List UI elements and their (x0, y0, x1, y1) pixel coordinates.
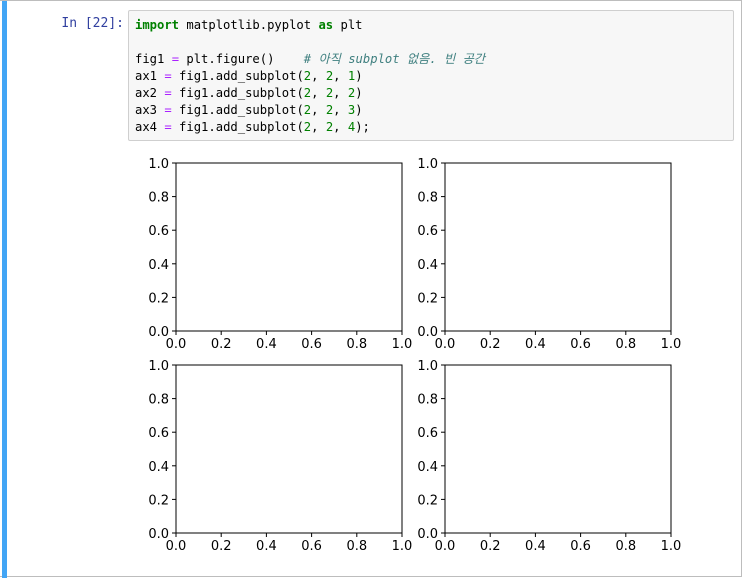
x-tick-label: 0.6 (570, 539, 591, 554)
x-tick-label: 0.8 (346, 539, 367, 554)
input-prompt: In [22]: (61, 16, 124, 31)
y-tick-label: 0.2 (148, 291, 169, 306)
y-tick-label: 0.4 (417, 460, 438, 475)
x-tick-label: 1.0 (661, 337, 682, 352)
code-token: ax2 (135, 86, 165, 100)
code-token: ) (355, 103, 363, 117)
code-token: , (333, 103, 348, 117)
y-tick-label: 0.2 (417, 493, 438, 508)
code-token: , (333, 86, 348, 100)
code-line: ax2 = fig1.add_subplot(2, 2, 2) (135, 86, 363, 100)
x-tick-label: 1.0 (661, 539, 682, 554)
axes-frame (444, 162, 672, 332)
x-tick-label: 0.2 (211, 337, 232, 352)
code-line: fig1 = plt.figure() # 아직 subplot 없음. 빈 공… (135, 52, 485, 66)
code-token: matplotlib.pyplot (179, 18, 319, 32)
figure-canvas: 0.0 0.2 0.4 0.6 0.8 1.0 0.0 0.2 0.4 0.6 0.8 1.0 0.0 0… (148, 157, 681, 554)
axes-frame (444, 364, 672, 534)
code-token: fig1 (135, 52, 172, 66)
code-line: ax1 = fig1.add_subplot(2, 2, 1) (135, 69, 363, 83)
x-tick-label: 0.4 (256, 337, 277, 352)
code-token: ) (355, 69, 363, 83)
y-tick-label: 0.8 (417, 393, 438, 408)
y-tick-label: 0.4 (417, 258, 438, 273)
x-tick-label: 0.8 (615, 337, 636, 352)
x-tick-label: 0.4 (256, 539, 277, 554)
y-tick-label: 0.8 (417, 191, 438, 206)
code-token: , (333, 69, 348, 83)
cell-selection-bar (2, 1, 7, 578)
subplot-ax1: 0.0 0.2 0.4 0.6 0.8 1.00.00.20.40.60.81.0 (148, 157, 412, 352)
x-tick-label: 0.8 (615, 539, 636, 554)
y-tick-label: 0.8 (148, 191, 169, 206)
code-token: , (311, 69, 326, 83)
code-line: ax3 = fig1.add_subplot(2, 2, 3) (135, 103, 363, 117)
y-tick-label: 0.6 (148, 224, 169, 239)
x-tick-label: 1.0 (392, 337, 413, 352)
code-token: fig1.add_subplot( (171, 86, 304, 100)
code-token: , (333, 120, 348, 134)
code-token: ax3 (135, 103, 165, 117)
code-token: = (164, 120, 172, 134)
code-token: , (311, 86, 326, 100)
x-tick-label: 0.2 (480, 337, 501, 352)
code-token: fig1.add_subplot( (171, 103, 304, 117)
code-token: ax4 (135, 120, 165, 134)
subplot-ax3: 0.0 0.2 0.4 0.6 0.8 1.00.00.20.40.60.81.0 (148, 359, 412, 554)
code-token: import (135, 18, 180, 32)
code-token: , (311, 103, 326, 117)
x-tick-label: 0.2 (211, 539, 232, 554)
y-tick-label: 1.0 (417, 359, 438, 374)
code-token: ); (355, 120, 370, 134)
x-tick-label: 1.0 (392, 539, 413, 554)
code-line: import matplotlib.pyplot as plt (135, 18, 363, 32)
code-token: = (171, 52, 180, 66)
y-tick-label: 0.2 (417, 291, 438, 306)
y-tick-label: 0.6 (417, 224, 438, 239)
y-tick-label: 0.2 (148, 493, 169, 508)
code-token: fig1.add_subplot( (171, 69, 304, 83)
code-text[interactable]: import matplotlib.pyplot as plt fig1 = p… (135, 17, 485, 136)
output-area: 0.0 0.2 0.4 0.6 0.8 1.0 0.0 0.2 0.4 0.6 0.8 1.0 0.0 0… (128, 151, 688, 561)
y-tick-label: 1.0 (148, 359, 169, 374)
x-tick-label: 0.4 (525, 337, 546, 352)
code-token: = (164, 86, 172, 100)
notebook-cell[interactable]: In [22]: import matplotlib.pyplot as plt… (0, 0, 742, 578)
x-tick-label: 0.2 (480, 539, 501, 554)
code-token: fig1.add_subplot( (171, 120, 304, 134)
y-tick-label: 0.0 (417, 527, 438, 542)
y-tick-label: 0.6 (417, 426, 438, 441)
axes-frame (175, 162, 403, 332)
y-tick-label: 0.4 (148, 258, 169, 273)
y-tick-label: 0.8 (148, 393, 169, 408)
y-tick-label: 0.6 (148, 426, 169, 441)
code-token: = (164, 69, 172, 83)
x-tick-label: 0.6 (301, 539, 322, 554)
y-tick-label: 0.0 (417, 325, 438, 340)
y-tick-label: 1.0 (417, 157, 438, 172)
code-token: as (318, 18, 334, 32)
code-line: ax4 = fig1.add_subplot(2, 2, 4); (135, 120, 370, 134)
axes-frame (175, 364, 403, 534)
code-editor[interactable]: import matplotlib.pyplot as plt fig1 = p… (128, 10, 734, 141)
code-token: = (164, 103, 172, 117)
subplot-ax2: 0.0 0.2 0.4 0.6 0.8 1.00.00.20.40.60.81.0 (417, 157, 681, 352)
code-token: plt.figure() (179, 52, 304, 66)
x-tick-label: 0.4 (525, 539, 546, 554)
x-tick-label: 0.8 (346, 337, 367, 352)
code-token: ) (355, 86, 363, 100)
code-token: plt (333, 18, 363, 32)
y-tick-label: 0.4 (148, 460, 169, 475)
code-token: , (311, 120, 326, 134)
x-tick-label: 0.6 (301, 337, 322, 352)
code-token: # 아직 subplot 없음. 빈 공간 (303, 52, 485, 66)
x-tick-label: 0.6 (570, 337, 591, 352)
subplot-ax4: 0.0 0.2 0.4 0.6 0.8 1.00.00.20.40.60.81.0 (417, 359, 681, 554)
y-tick-label: 0.0 (148, 527, 169, 542)
y-tick-label: 0.0 (148, 325, 169, 340)
code-token: ax1 (135, 69, 165, 83)
y-tick-label: 1.0 (148, 157, 169, 172)
